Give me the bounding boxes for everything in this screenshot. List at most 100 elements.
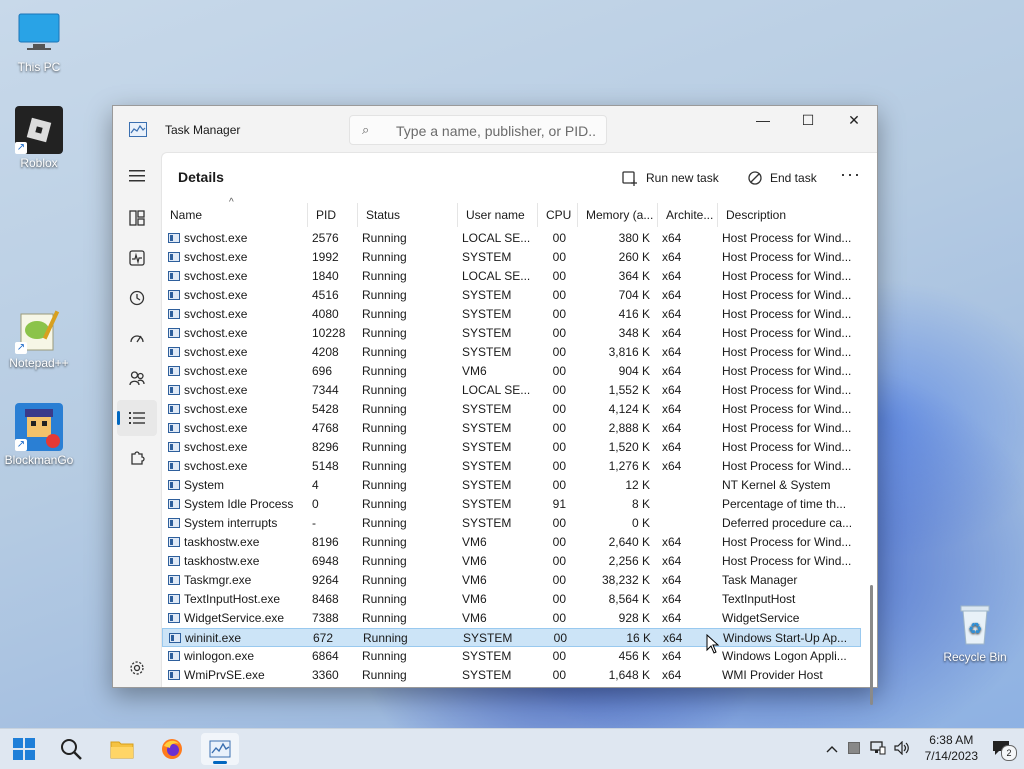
table-row[interactable]: System interrupts - Running SYSTEM 00 0 K Defe… xyxy=(162,514,861,533)
table-row[interactable]: winlogon.exe 6864 Running SYSTEM 00 456 Kx64 W… xyxy=(162,647,861,666)
sidebar-item-processes[interactable] xyxy=(117,200,157,236)
file-explorer-button[interactable] xyxy=(103,733,141,765)
column-header-pid[interactable]: PID xyxy=(308,203,358,227)
table-row[interactable]: System 4 Running SYSTEM 00 12 K NT Kernel & Sy… xyxy=(162,476,861,495)
system-tray xyxy=(826,729,910,769)
table-row[interactable]: WidgetService.exe 7388 Running VM6 00 928 K x6… xyxy=(162,609,861,628)
table-row[interactable]: svchost.exe 5148 Running SYSTEM 00 1,276 K x64… xyxy=(162,457,861,476)
mouse-cursor-icon xyxy=(706,634,720,654)
close-button[interactable]: ✕ xyxy=(831,106,877,136)
vertical-scrollbar[interactable] xyxy=(870,585,873,705)
cell-architecture: x64 xyxy=(662,231,682,245)
column-header-name[interactable]: Name xyxy=(162,203,308,227)
column-header-cpu[interactable]: CPU xyxy=(538,203,578,227)
desktop-icon-roblox[interactable]: ↗ Roblox xyxy=(1,106,77,170)
sidebar-item-app-history[interactable] xyxy=(117,280,157,316)
cell-description: Host Process for Wind... xyxy=(722,364,852,378)
cell-name: svchost.exe xyxy=(168,419,300,438)
table-row[interactable]: svchost.exe 4208 Running SYSTEM 00 3,816 K x64… xyxy=(162,343,861,362)
desktop-icon-recycle-bin[interactable]: ♻ Recycle Bin xyxy=(937,600,1013,664)
end-task-button[interactable]: End task xyxy=(748,167,817,189)
firefox-button[interactable] xyxy=(153,733,191,765)
process-icon xyxy=(168,290,180,300)
start-button[interactable] xyxy=(5,733,43,765)
cell-name: svchost.exe xyxy=(168,362,300,381)
cell-architecture: x64 xyxy=(662,307,682,321)
cell-cpu: 00 xyxy=(552,611,566,625)
cell-memory: 2,640 K xyxy=(608,535,650,549)
cell-memory: 4,124 K xyxy=(608,402,650,416)
cell-architecture: x64 xyxy=(662,573,682,587)
processes-icon xyxy=(129,210,145,226)
table-row[interactable]: svchost.exe 7344 Running LOCAL SE... 00 1,552… xyxy=(162,381,861,400)
table-row[interactable]: System Idle Process 0 Running SYSTEM 91 8 K Pe… xyxy=(162,495,861,514)
sidebar-item-startup-apps[interactable] xyxy=(117,320,157,356)
table-row[interactable]: svchost.exe 4080 Running SYSTEM 00 416 K x64 Ho… xyxy=(162,305,861,324)
desktop-icon-label: Roblox xyxy=(20,156,58,170)
search-box[interactable]: ⌕ xyxy=(349,115,607,145)
sidebar-item-services[interactable] xyxy=(117,440,157,476)
hamburger-menu-button[interactable] xyxy=(117,158,157,194)
minimize-button[interactable]: — xyxy=(740,106,786,136)
table-row[interactable]: svchost.exe 1840 Running LOCAL SE... 00 364 K… xyxy=(162,267,861,286)
column-header-user-name[interactable]: User name xyxy=(458,203,538,227)
maximize-button[interactable]: ☐ xyxy=(785,106,831,136)
volume-icon[interactable] xyxy=(894,740,910,758)
process-name: svchost.exe xyxy=(184,383,248,397)
cell-memory: 3,816 K xyxy=(608,345,650,359)
blockmango-icon: ↗ xyxy=(15,403,63,451)
cell-pid: 4768 xyxy=(312,421,339,435)
process-name: svchost.exe xyxy=(184,421,248,435)
table-row[interactable]: svchost.exe 1992 Running SYSTEM 00 260 K x64 Ho… xyxy=(162,248,861,267)
process-name: System interrupts xyxy=(184,516,278,530)
sidebar-item-users[interactable] xyxy=(117,360,157,396)
sidebar-item-performance[interactable] xyxy=(117,240,157,276)
column-header-description[interactable]: Description xyxy=(718,203,858,227)
table-row[interactable]: TextInputHost.exe 8468 Running VM6 00 8,564 K… xyxy=(162,590,861,609)
sidebar-item-settings[interactable] xyxy=(117,650,157,686)
title-bar[interactable]: Task Manager ⌕ — ☐ ✕ xyxy=(113,106,877,152)
cell-description: Host Process for Wind... xyxy=(722,250,852,264)
task-manager-taskbar-button[interactable] xyxy=(201,733,239,765)
desktop-icon-blockmango[interactable]: ↗ BlockmanGo xyxy=(1,403,77,467)
cell-pid: 1840 xyxy=(312,269,339,283)
more-options-button[interactable]: ··· xyxy=(840,165,861,183)
table-row[interactable]: wininit.exe 672 Running SYSTEM 00 16 Kx64 Wind… xyxy=(162,628,861,647)
cell-pid: 4 xyxy=(312,478,319,492)
notification-center-button[interactable]: 2 xyxy=(992,740,1017,761)
table-row[interactable]: svchost.exe 10228 Running SYSTEM 00 348 K x64 H… xyxy=(162,324,861,343)
tray-app-icon[interactable] xyxy=(848,741,860,757)
table-row[interactable]: svchost.exe 2576 Running LOCAL SE... 00 380 K… xyxy=(162,229,861,248)
run-new-task-button[interactable]: Run new task xyxy=(622,167,719,189)
column-header-memory[interactable]: Memory (a... xyxy=(578,203,658,227)
cell-pid: 0 xyxy=(312,497,319,511)
table-row[interactable]: svchost.exe 8296 Running SYSTEM 00 1,520 K x64… xyxy=(162,438,861,457)
cell-description: Percentage of time th... xyxy=(722,497,847,511)
table-row[interactable]: svchost.exe 5428 Running SYSTEM 00 4,124 K x64… xyxy=(162,400,861,419)
column-header-status[interactable]: Status xyxy=(358,203,458,227)
clock[interactable]: 6:38 AM 7/14/2023 xyxy=(925,732,978,764)
search-taskbar-button[interactable] xyxy=(52,733,90,765)
process-icon xyxy=(168,366,180,376)
table-row[interactable]: Taskmgr.exe 9264 Running VM6 00 38,232 K x64 Ta… xyxy=(162,571,861,590)
table-row[interactable]: taskhostw.exe 6948 Running VM6 00 2,256 K x64 H… xyxy=(162,552,861,571)
table-row[interactable]: svchost.exe 4768 Running SYSTEM 00 2,888 K x64… xyxy=(162,419,861,438)
cell-user-name: SYSTEM xyxy=(462,421,512,435)
process-icon xyxy=(168,575,180,585)
process-icon xyxy=(168,404,180,414)
chevron-up-icon[interactable] xyxy=(826,742,838,756)
table-row[interactable]: svchost.exe 4516 Running SYSTEM 00 704 K x64 Ho… xyxy=(162,286,861,305)
desktop-icon-this-pc[interactable]: This PC xyxy=(1,10,77,74)
cell-user-name: SYSTEM xyxy=(462,668,512,682)
desktop-icon-notepadpp[interactable]: ↗ Notepad++ xyxy=(1,306,77,370)
sidebar-item-details[interactable] xyxy=(117,400,157,436)
table-row[interactable]: svchost.exe 696 Running VM6 00 904 K x64 Host P… xyxy=(162,362,861,381)
process-name: svchost.exe xyxy=(184,326,248,340)
table-row[interactable]: WmiPrvSE.exe 3360 Running SYSTEM 00 1,648 K x6… xyxy=(162,666,861,685)
table-row[interactable]: taskhostw.exe 8196 Running VM6 00 2,640 K x64 H… xyxy=(162,533,861,552)
column-header-architecture[interactable]: Archite... xyxy=(658,203,718,227)
process-name: WmiPrvSE.exe xyxy=(184,668,265,682)
cell-pid: 1992 xyxy=(312,250,339,264)
network-icon[interactable] xyxy=(870,740,886,758)
search-input[interactable] xyxy=(394,120,598,142)
